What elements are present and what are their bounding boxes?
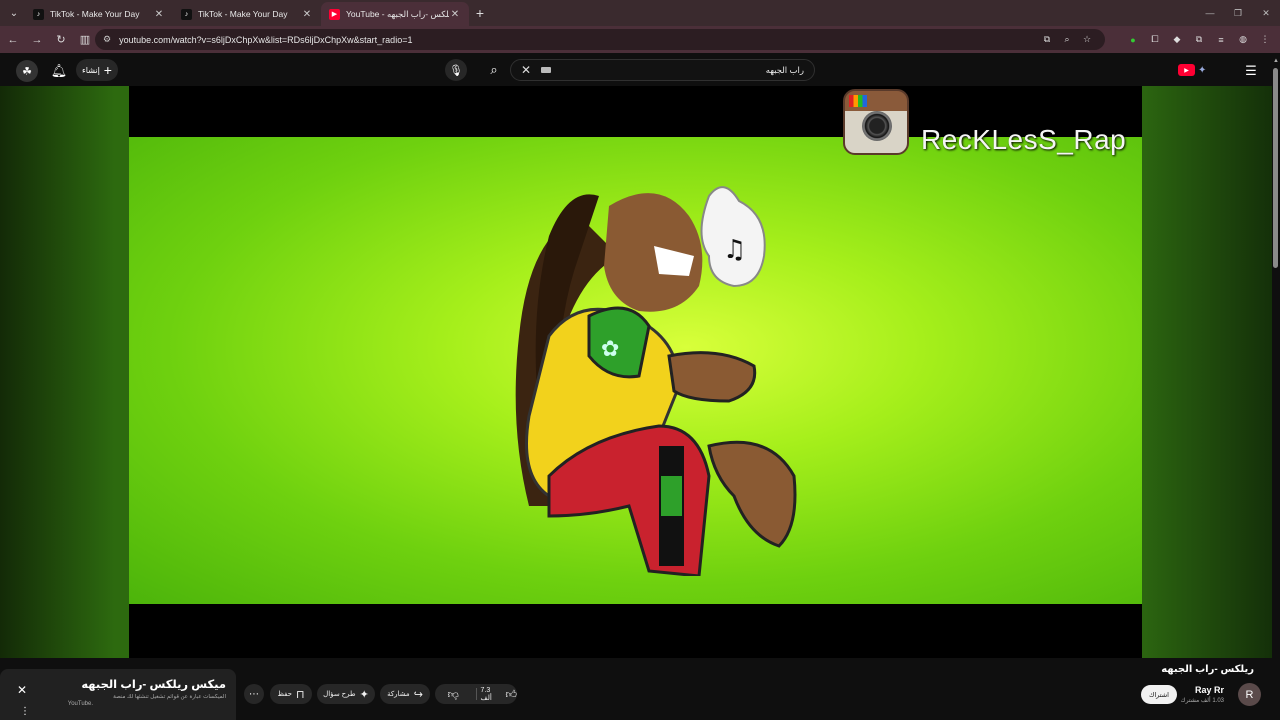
browser-tab[interactable]: ♪ TikTok - Make Your Day ✕ bbox=[25, 2, 173, 26]
browser-menu-icon[interactable]: ⋮ bbox=[1254, 29, 1276, 50]
site-info-icon[interactable]: ⚙ bbox=[103, 34, 111, 45]
save-button[interactable]: حفظ ⊓ bbox=[270, 684, 312, 704]
browser-tab-active[interactable]: ▶ YouTube - ريلكس -راب الجبهه ✕ bbox=[321, 2, 469, 26]
instagram-logo-icon bbox=[843, 89, 909, 155]
url-text: youtube.com/watch?v=s6ljDxChpXw&list=RDs… bbox=[119, 34, 413, 45]
ask-label: طرح سؤال bbox=[323, 691, 356, 698]
panel-more-icon[interactable]: ⋮ bbox=[20, 706, 30, 717]
install-app-icon[interactable]: ⧉ bbox=[1037, 31, 1057, 48]
share-button[interactable]: مشاركة ↪ bbox=[380, 684, 430, 704]
tab-close-icon[interactable]: ✕ bbox=[153, 9, 165, 20]
save-label: حفظ bbox=[277, 691, 292, 698]
thumbs-down-icon: 👎︎ bbox=[447, 688, 459, 701]
dislike-button[interactable]: 👎︎ bbox=[435, 684, 472, 704]
close-window-icon[interactable]: ✕ bbox=[1252, 0, 1280, 26]
notifications-bell-icon[interactable]: 🔔︎ bbox=[48, 60, 70, 82]
keyboard-icon[interactable] bbox=[541, 67, 552, 73]
watermark-handle: RecKLesS_Rap bbox=[921, 124, 1127, 155]
clear-search-icon[interactable]: ✕ bbox=[521, 63, 531, 77]
maximize-icon[interactable]: ❐ bbox=[1224, 0, 1252, 26]
mix-title: ميكس ريلكس -راب الجبهه bbox=[81, 679, 226, 691]
video-player[interactable]: RecKLesS_Rap ♫ ✿ bbox=[129, 86, 1142, 658]
account-avatar[interactable]: ☘ bbox=[16, 60, 38, 82]
new-tab-button[interactable]: + bbox=[469, 5, 491, 21]
share-label: مشاركة bbox=[387, 691, 410, 698]
tab-close-icon[interactable]: ✕ bbox=[449, 9, 461, 20]
reload-icon[interactable]: ↻ bbox=[50, 29, 72, 51]
more-actions-icon[interactable]: ⋯ bbox=[244, 684, 264, 704]
svg-text:♫: ♫ bbox=[723, 235, 746, 265]
subscribe-button[interactable]: اشتراك bbox=[1141, 685, 1177, 704]
zoom-icon[interactable]: ⌕ bbox=[1057, 31, 1077, 48]
minimize-icon[interactable]: — bbox=[1196, 0, 1224, 26]
search-input[interactable]: ✕ راب الجبهه bbox=[510, 59, 815, 81]
browser-toolbar: ← → ↻ ▥ ⚙ youtube.com/watch?v=s6ljDxChpX… bbox=[0, 26, 1280, 53]
tiktok-icon: ♪ bbox=[33, 8, 44, 20]
like-count: 7.3 ألف bbox=[480, 686, 492, 702]
bookmark-star-icon[interactable]: ☆ bbox=[1077, 31, 1097, 48]
extension-icon[interactable]: ⧠ bbox=[1144, 29, 1166, 50]
channel-avatar[interactable]: R bbox=[1238, 683, 1261, 706]
address-bar[interactable]: ⚙ youtube.com/watch?v=s6ljDxChpXw&list=R… bbox=[95, 29, 1105, 50]
close-panel-icon[interactable]: ✕ bbox=[17, 683, 27, 697]
search-query-text: راب الجبهه bbox=[765, 64, 804, 75]
like-dislike-group: 👎︎ 7.3 ألف 👍︎ bbox=[435, 684, 517, 704]
search-icon[interactable]: ⌕ bbox=[480, 59, 508, 81]
share-arrow-icon: ↪ bbox=[413, 688, 423, 701]
extensions-puzzle-icon[interactable]: ⧉ bbox=[1188, 29, 1210, 50]
extension-shield-icon[interactable]: ● bbox=[1122, 29, 1144, 50]
channel-name[interactable]: Ray Rr bbox=[1195, 685, 1224, 695]
window-controls: — ❐ ✕ bbox=[1196, 0, 1280, 26]
voice-search-mic-icon[interactable]: 🎙︎ bbox=[445, 59, 467, 81]
profile-icon[interactable]: ◍ bbox=[1232, 29, 1254, 50]
back-arrow-icon[interactable]: ← bbox=[2, 29, 24, 51]
youtube-doodle-icon: ✦ bbox=[1198, 64, 1207, 76]
reading-list-icon[interactable]: ≡ bbox=[1210, 29, 1232, 50]
youtube-logo[interactable]: ▶ ✦ bbox=[1178, 61, 1228, 79]
tab-search-chevron-icon[interactable]: ⌄ bbox=[3, 2, 25, 24]
video-title: ريلكس -راب الجبهه bbox=[1161, 664, 1254, 675]
youtube-masthead: ☘ 🔔︎ إنشاء + 🎙︎ ⌕ ✕ راب الجبهه ▶ ✦ ☰ bbox=[0, 56, 1272, 86]
tab-title: YouTube - ريلكس -راب الجبهه bbox=[346, 8, 449, 19]
omnibox-actions: ⧉ ⌕ ☆ bbox=[1037, 31, 1097, 48]
forward-arrow-icon[interactable]: → bbox=[26, 29, 48, 51]
create-label: إنشاء bbox=[82, 65, 100, 75]
youtube-play-icon: ▶ bbox=[1178, 64, 1195, 76]
scrollbar-thumb[interactable] bbox=[1273, 68, 1278, 268]
tab-title: TikTok - Make Your Day bbox=[50, 9, 140, 19]
mix-subtitle: الميكسات عبارة عن قوائم تشغيل تنشئها لك … bbox=[113, 694, 226, 700]
guide-menu-icon[interactable]: ☰ bbox=[1240, 60, 1262, 82]
extension-dot-icon[interactable]: ◆ bbox=[1166, 29, 1188, 50]
mix-source: YouTube. bbox=[67, 701, 93, 707]
bookmark-icon: ⊓ bbox=[295, 688, 305, 701]
youtube-icon: ▶ bbox=[329, 8, 340, 20]
browser-tab[interactable]: ♪ TikTok - Make Your Day ✕ bbox=[173, 2, 321, 26]
ask-button[interactable]: طرح سؤال ✦ bbox=[317, 684, 375, 704]
tab-title: TikTok - Make Your Day bbox=[198, 9, 288, 19]
plus-icon: + bbox=[103, 62, 112, 78]
sparkle-icon: ✦ bbox=[359, 688, 369, 701]
scroll-up-arrow-icon[interactable]: ▲ bbox=[1272, 58, 1280, 66]
mix-playlist-panel: ✕ ⋮ ميكس ريلكس -راب الجبهه الميكسات عبار… bbox=[0, 669, 236, 720]
thumbs-up-icon: 👍︎ bbox=[505, 688, 518, 701]
tab-close-icon[interactable]: ✕ bbox=[301, 9, 313, 20]
create-button[interactable]: إنشاء + bbox=[76, 59, 118, 81]
rasta-character-illustration: ♫ ✿ bbox=[515, 186, 797, 576]
tiktok-icon: ♪ bbox=[181, 8, 192, 20]
browser-tab-strip: ⌄ ♪ TikTok - Make Your Day ✕ ♪ TikTok - … bbox=[0, 0, 1280, 26]
subscriber-count: 1.03 ألف مشترك bbox=[1180, 698, 1224, 704]
extensions-bar: ● ⧠ ◆ ⧉ ≡ ◍ ⋮ bbox=[1122, 29, 1276, 50]
svg-text:✿: ✿ bbox=[601, 337, 619, 362]
sidebar-icon[interactable]: ▥ bbox=[74, 29, 96, 51]
like-button[interactable]: 7.3 ألف 👍︎ bbox=[481, 684, 518, 704]
